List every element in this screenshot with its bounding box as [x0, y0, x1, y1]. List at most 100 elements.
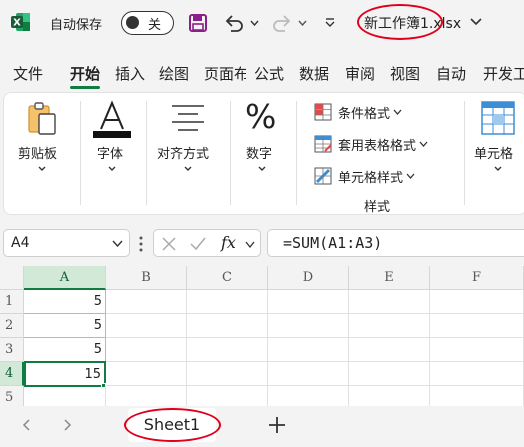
row-header-1[interactable]: 1	[0, 290, 24, 314]
autosave-toggle[interactable]: 关	[121, 11, 174, 35]
row-header-2[interactable]: 2	[0, 314, 24, 338]
row-header-4[interactable]: 4	[0, 362, 24, 386]
ribbon-divider	[146, 101, 147, 205]
grid-cell[interactable]	[349, 290, 430, 314]
chevron-down-icon	[297, 20, 307, 26]
cells-group[interactable]: 单元格	[466, 93, 524, 213]
cell-a1[interactable]: 5	[24, 290, 106, 314]
chevron-down-icon[interactable]	[112, 240, 123, 247]
grid-cell[interactable]	[187, 290, 268, 314]
cancel-icon[interactable]	[161, 236, 177, 252]
chevron-down-icon[interactable]	[469, 13, 483, 29]
percent-icon: %	[245, 97, 277, 136]
row-header-5[interactable]: 5	[0, 386, 24, 406]
grid-cell[interactable]	[106, 386, 187, 406]
tab-formulas[interactable]: 公式	[254, 63, 284, 84]
column-header-f[interactable]: F	[430, 266, 524, 290]
grid-cell[interactable]	[430, 314, 524, 338]
ribbon-divider	[464, 101, 465, 205]
save-icon	[189, 14, 207, 32]
chevron-down-icon	[249, 20, 259, 26]
redo-dropdown[interactable]	[296, 11, 308, 35]
undo-dropdown[interactable]	[248, 11, 260, 35]
autosave-label: 自动保存	[50, 18, 103, 33]
cell-a2[interactable]: 5	[24, 314, 106, 338]
paste-icon	[28, 102, 56, 135]
chevron-down-icon	[258, 166, 266, 171]
more-options-icon[interactable]	[139, 236, 143, 252]
tab-home[interactable]: 开始	[70, 63, 100, 84]
alignment-group[interactable]: 对齐方式	[148, 93, 230, 213]
chevron-down-icon	[393, 109, 402, 115]
font-group[interactable]: 字体	[82, 93, 146, 213]
chevron-left-icon[interactable]	[20, 418, 34, 432]
tab-page-layout[interactable]: 页面布	[204, 63, 246, 84]
save-button[interactable]	[186, 11, 210, 35]
check-icon[interactable]	[189, 236, 207, 252]
grid-cell[interactable]	[430, 386, 524, 406]
autosave-state: 关	[148, 18, 162, 33]
formula-text: =SUM(A1:A3)	[283, 234, 383, 252]
tab-view[interactable]: 视图	[390, 63, 420, 84]
grid-cell[interactable]	[187, 314, 268, 338]
cell-styles-label: 单元格样式	[338, 170, 404, 186]
formula-input[interactable]: =SUM(A1:A3)	[267, 229, 524, 257]
grid-cell[interactable]	[430, 290, 524, 314]
grid-cell[interactable]	[430, 362, 524, 386]
grid-cell[interactable]	[106, 290, 187, 314]
customize-toolbar-button[interactable]	[320, 11, 340, 35]
conditional-formatting-button[interactable]: 条件格式	[314, 101, 408, 123]
grid-cell[interactable]	[349, 314, 430, 338]
number-group[interactable]: % 数字	[232, 93, 292, 213]
cell-a5[interactable]	[24, 386, 106, 406]
tab-automate[interactable]: 自动	[436, 63, 477, 84]
clipboard-label: 剪贴板	[18, 147, 58, 162]
chevron-down-icon	[494, 166, 502, 171]
chevron-down-icon[interactable]	[245, 241, 255, 248]
customize-icon	[325, 18, 335, 27]
grid-cell[interactable]	[430, 338, 524, 362]
clipboard-group[interactable]: 剪贴板	[4, 93, 80, 213]
column-header-d[interactable]: D	[268, 266, 349, 290]
grid-cell[interactable]	[349, 338, 430, 362]
grid-cell[interactable]	[106, 362, 187, 386]
grid-cell[interactable]	[106, 314, 187, 338]
conditional-formatting-label: 条件格式	[338, 106, 391, 122]
grid-cell[interactable]	[268, 290, 349, 314]
cell-styles-button[interactable]: 单元格样式	[314, 165, 421, 187]
format-as-table-button[interactable]: 套用表格格式	[314, 133, 434, 155]
tab-review[interactable]: 审阅	[345, 63, 375, 84]
tab-insert[interactable]: 插入	[115, 63, 145, 84]
insert-function-button[interactable]: fx	[221, 233, 236, 252]
align-center-icon	[172, 105, 204, 131]
grid-cell[interactable]	[349, 362, 430, 386]
grid-cell[interactable]	[187, 362, 268, 386]
tab-developer[interactable]: 开发工	[483, 63, 524, 84]
undo-button[interactable]	[222, 11, 246, 35]
select-all-corner[interactable]	[0, 266, 24, 290]
alignment-label: 对齐方式	[157, 147, 210, 162]
cell-a3[interactable]: 5	[24, 338, 106, 362]
add-sheet-icon[interactable]	[266, 414, 288, 436]
chevron-down-icon	[184, 166, 192, 171]
column-header-c[interactable]: C	[187, 266, 268, 290]
column-header-a[interactable]: A	[24, 266, 106, 290]
column-header-e[interactable]: E	[349, 266, 430, 290]
column-header-b[interactable]: B	[106, 266, 187, 290]
grid-cell[interactable]	[268, 314, 349, 338]
grid-cell[interactable]	[268, 338, 349, 362]
tab-file[interactable]: 文件	[13, 63, 43, 84]
grid-cell[interactable]	[349, 386, 430, 406]
grid-cell[interactable]	[106, 338, 187, 362]
cell-a4[interactable]: 15	[24, 361, 106, 387]
grid-cell[interactable]	[268, 362, 349, 386]
tab-data[interactable]: 数据	[299, 63, 329, 84]
grid-cell[interactable]	[268, 386, 349, 406]
row-header-3[interactable]: 3	[0, 338, 24, 362]
grid-cell[interactable]	[187, 386, 268, 406]
redo-button[interactable]	[270, 11, 294, 35]
grid-cell[interactable]	[187, 338, 268, 362]
chevron-right-icon[interactable]	[60, 418, 74, 432]
tab-draw[interactable]: 绘图	[159, 63, 189, 84]
name-box[interactable]: A4	[3, 229, 130, 257]
